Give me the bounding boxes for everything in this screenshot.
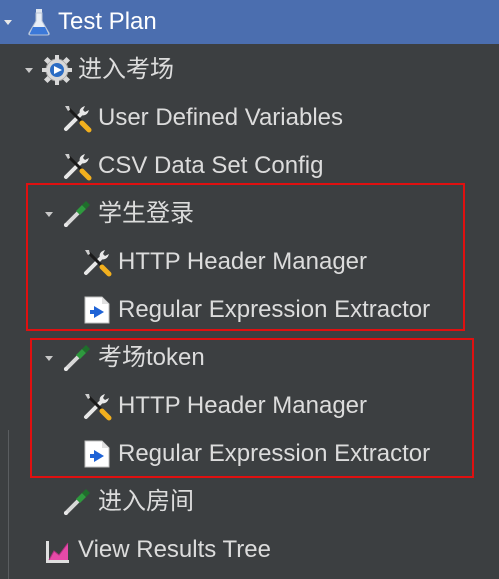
tree-node-view-results-tree[interactable]: View Results Tree: [0, 528, 499, 572]
tree-node-user-defined-variables[interactable]: User Defined Variables: [0, 96, 499, 140]
tree-node-label: User Defined Variables: [98, 104, 344, 131]
collapse-toggle-icon[interactable]: [25, 68, 33, 73]
thread-group-gear-icon: [42, 55, 72, 85]
tree-node-label: 进入房间: [98, 488, 194, 515]
highlight-box: [30, 338, 474, 478]
tree-node-thread-group[interactable]: 进入考场: [0, 48, 499, 92]
collapse-toggle-icon[interactable]: [4, 20, 12, 25]
sampler-pipette-icon: [62, 487, 92, 517]
tree-node-csv-data-set-config[interactable]: CSV Data Set Config: [0, 144, 499, 188]
tree-node-test-plan[interactable]: Test Plan: [0, 0, 499, 44]
tree-node-label: Test Plan: [58, 8, 157, 35]
highlight-box: [26, 183, 465, 331]
tree-node-label: 进入考场: [78, 56, 174, 83]
tree-node-sampler-enter-room[interactable]: 进入房间: [0, 480, 499, 524]
tree-node-label: View Results Tree: [78, 536, 271, 563]
config-wrench-icon: [62, 103, 92, 133]
test-plan-tree: Test Plan 进入考场 User Defined Variables CS…: [0, 0, 499, 579]
test-plan-flask-icon: [24, 7, 54, 37]
listener-chart-icon: [42, 535, 72, 565]
config-wrench-icon: [62, 151, 92, 181]
tree-node-label: CSV Data Set Config: [98, 152, 324, 179]
